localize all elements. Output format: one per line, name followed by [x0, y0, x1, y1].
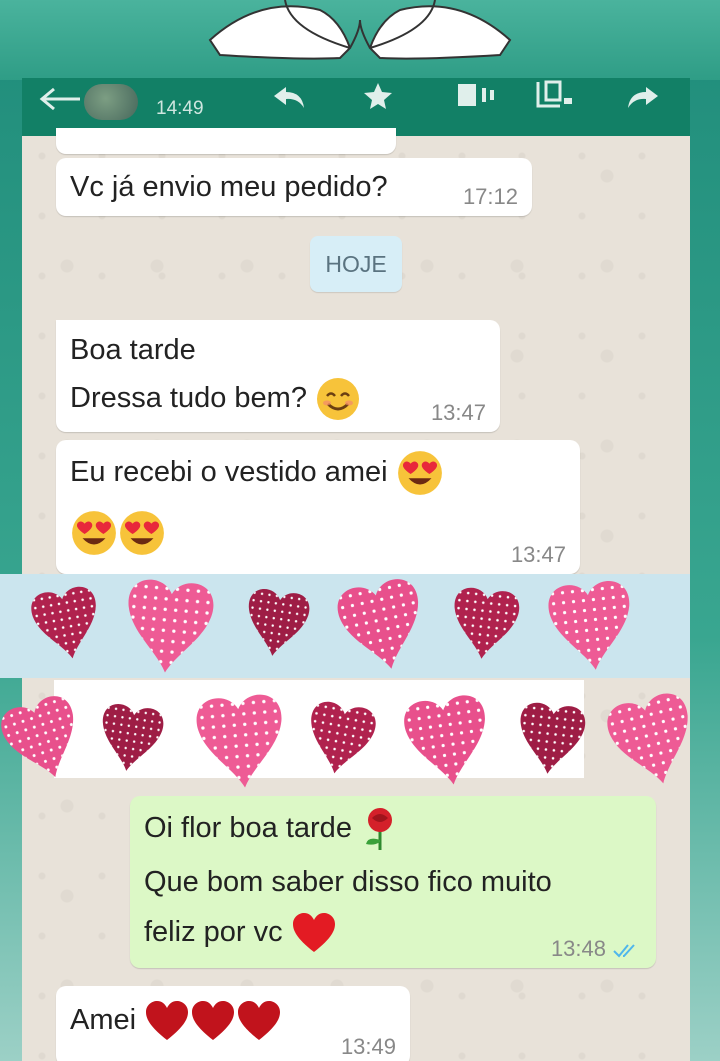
message-time: 13:48	[550, 936, 606, 961]
rose-emoji-icon	[366, 808, 393, 851]
heart-eyes-emoji-icon	[72, 511, 116, 556]
message-time: 17:12	[462, 184, 518, 209]
date-separator-chip: HOJE	[310, 236, 402, 292]
star-icon[interactable]	[362, 81, 394, 111]
message-time: 13:49	[340, 1034, 396, 1059]
message-bubble-outgoing[interactable]: Oi flor boa tarde Que bom saber disso fi…	[130, 796, 656, 968]
message-text-line2: Dressa tudo bem?	[70, 374, 361, 422]
message-text-line1-content: Oi flor boa tarde	[144, 812, 352, 844]
message-bubble-incoming[interactable]: Boa tarde Dressa tudo bem? 13:47	[56, 320, 500, 432]
heart-hands-sticker	[208, 0, 512, 60]
red-heart-emoji-icon	[238, 1001, 281, 1041]
contact-avatar[interactable]	[84, 84, 138, 120]
red-heart-emoji-icon	[192, 1001, 235, 1041]
decorative-hearts-overlay	[0, 575, 703, 794]
message-bubble-incoming[interactable]: Amei 13:49	[56, 986, 410, 1061]
message-bubble-incoming[interactable]: Eu recebi o vestido amei 13:47	[56, 440, 580, 574]
read-receipt-icon	[613, 944, 635, 958]
red-heart-emoji-icon	[292, 913, 335, 953]
message-text-line1-content: Eu recebi o vestido amei	[70, 456, 388, 488]
status-time: 14:49	[156, 98, 204, 119]
smiling-face-emoji-icon	[317, 378, 360, 421]
message-text-line2-content: Dressa tudo bem?	[70, 382, 307, 414]
message-text-line2: Que bom saber disso fico muito	[144, 866, 552, 898]
message-text-line1: Eu recebi o vestido amei	[70, 448, 444, 497]
decorative-header-art	[0, 0, 720, 80]
previous-message-bubble[interactable]	[56, 128, 396, 154]
delete-icon[interactable]	[456, 82, 500, 108]
message-bubble-incoming[interactable]: Vc já envio meu pedido? 17:12	[56, 158, 532, 216]
heart-eyes-emoji-icon	[397, 451, 442, 496]
heart-eyes-emoji-icon	[120, 511, 164, 556]
copy-icon[interactable]	[534, 80, 574, 110]
message-text-line3: feliz por vc	[144, 908, 337, 956]
back-arrow-icon[interactable]	[36, 86, 84, 112]
message-text-line3-content: feliz por vc	[144, 916, 283, 948]
message-text-line1: Amei	[70, 996, 282, 1044]
message-emoji-line	[70, 508, 166, 557]
message-text-line1: Oi flor boa tarde	[144, 804, 400, 852]
forward-icon[interactable]	[626, 84, 660, 110]
message-time: 13:47	[430, 400, 486, 425]
reply-icon[interactable]	[272, 84, 306, 110]
message-text-line1: Boa tarde	[70, 334, 196, 366]
heart-sticker-icon	[0, 575, 703, 794]
message-text: Amei	[70, 1004, 137, 1036]
red-heart-emoji-icon	[146, 1001, 189, 1041]
message-text: Vc já envio meu pedido?	[70, 171, 388, 203]
